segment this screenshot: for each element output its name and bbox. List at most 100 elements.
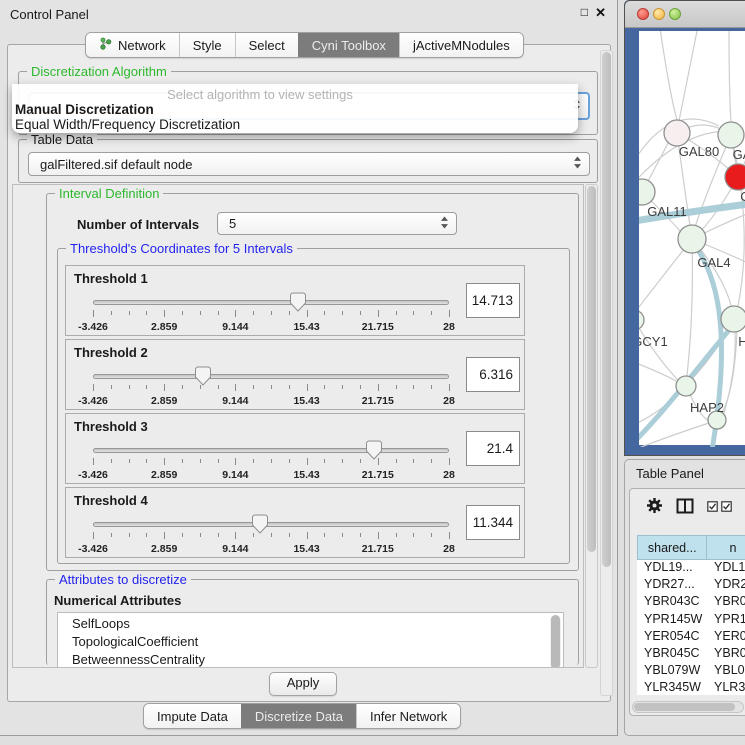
node-gcy1[interactable] <box>639 310 644 330</box>
tab-network[interactable]: Network <box>86 33 179 57</box>
panel-scrollbar[interactable] <box>600 50 613 696</box>
tab-label: Cyni Toolbox <box>312 38 386 53</box>
table-data-combobox[interactable]: galFiltered.sif default node <box>28 152 590 176</box>
threshold-slider[interactable]: -3.4262.8599.14415.4321.71528 <box>93 290 449 334</box>
control-panel-window: Control Panel □ ✕ Network Style Select C… <box>0 0 618 736</box>
group-title: Interval Definition <box>55 186 163 201</box>
node-clipped-top-right[interactable] <box>718 122 744 148</box>
node-gal4[interactable] <box>678 225 706 253</box>
column-header-shared-name[interactable]: shared... <box>637 535 706 560</box>
threshold-slider[interactable]: -3.4262.8599.14415.4321.71528 <box>93 512 449 556</box>
attribute-list-item[interactable]: SelfLoops <box>58 615 563 633</box>
attribute-list-item[interactable]: TopologicalCoefficient <box>58 633 563 651</box>
table-row[interactable]: YER054CYER0 <box>637 629 745 646</box>
node-gal11[interactable] <box>639 179 655 205</box>
tab-infer-network[interactable]: Infer Network <box>356 704 460 728</box>
gear-icon[interactable] <box>646 497 663 519</box>
table-panel-title: Table Panel <box>636 466 704 481</box>
threshold-panel: Threshold 3 -3.4262.8599.14415.4321.7152… <box>65 413 525 484</box>
table-header-row: shared... n <box>637 535 745 560</box>
slider-thumb[interactable] <box>290 292 306 317</box>
table-toolbar <box>630 495 732 521</box>
node-label-gal11: GAL11 <box>647 204 687 219</box>
tab-select[interactable]: Select <box>235 33 298 57</box>
combo-arrows-icon <box>440 215 449 232</box>
tab-jactivemnodules[interactable]: jActiveMNodules <box>399 33 523 57</box>
algorithm-dropdown-popup: Select algorithm to view settings Manual… <box>12 84 578 133</box>
tab-discretize-data[interactable]: Discretize Data <box>241 704 356 728</box>
float-window-icon[interactable]: □ <box>581 5 588 19</box>
node-red-selected[interactable] <box>725 164 745 190</box>
threshold-value-field[interactable]: 21.4 <box>466 431 520 466</box>
table-row[interactable]: YBL079WYBL0 <box>637 663 745 680</box>
slider-track[interactable] <box>93 522 449 527</box>
slider-track[interactable] <box>93 448 449 453</box>
group-title: Attributes to discretize <box>55 572 191 587</box>
threshold-panel: Threshold 4 -3.4262.8599.14415.4321.7152… <box>65 487 525 558</box>
cyni-toolbox-panel: Discretization Algorithm Select algorith… <box>7 44 611 702</box>
thresholds-group: Threshold's Coordinates for 5 Intervals … <box>57 248 570 564</box>
dropdown-option-equal-width[interactable]: Equal Width/Frequency Discretization <box>12 117 578 132</box>
node-hap2[interactable] <box>676 376 696 396</box>
attribute-list-item[interactable]: BetweennessCentrality <box>58 651 563 668</box>
node-table[interactable]: shared... n YDL19...YDL1YDR27...YDR2YBR0… <box>637 535 745 695</box>
network-window-titlebar[interactable] <box>625 1 745 28</box>
threshold-label: Threshold 3 <box>74 419 148 434</box>
apply-button[interactable]: Apply <box>269 672 337 696</box>
group-title: Table Data <box>27 132 97 147</box>
tab-label: Impute Data <box>157 709 228 724</box>
table-horizontal-scrollbar[interactable] <box>632 701 744 713</box>
threshold-value-field[interactable]: 14.713 <box>466 283 520 318</box>
network-canvas[interactable]: GAL80 GA C GAL11 GAL4 GCY1 H HAP2 <box>639 31 745 445</box>
node-h[interactable] <box>721 306 745 332</box>
threshold-value-field[interactable]: 11.344 <box>466 505 520 540</box>
threshold-slider[interactable]: -3.4262.8599.14415.4321.71528 <box>93 364 449 408</box>
checkbox-icon-2[interactable] <box>721 499 732 517</box>
slider-thumb[interactable] <box>195 366 211 391</box>
num-intervals-label: Number of Intervals <box>77 217 199 232</box>
network-icon <box>99 37 112 53</box>
node-gal80[interactable] <box>664 120 690 146</box>
split-columns-icon[interactable] <box>676 498 694 519</box>
slider-ticks <box>93 310 449 319</box>
table-panel-window: Table Panel shared... n YDL19...YDL1YDR2… <box>624 459 745 736</box>
table-row[interactable]: YLR345WYLR3 <box>637 680 745 695</box>
checkbox-icon-1[interactable] <box>707 499 718 517</box>
tab-style[interactable]: Style <box>179 33 235 57</box>
node-label-clipped-h: H <box>738 334 745 349</box>
tab-cyni-toolbox[interactable]: Cyni Toolbox <box>298 33 399 57</box>
close-window-icon[interactable]: ✕ <box>595 5 606 21</box>
table-row[interactable]: YDL19...YDL1 <box>637 560 745 577</box>
column-header-name[interactable]: n <box>706 535 745 560</box>
slider-thumb[interactable] <box>252 514 268 539</box>
table-row[interactable]: YPR145WYPR1 <box>637 612 745 629</box>
attributes-scrollbar[interactable] <box>550 615 561 668</box>
tab-impute-data[interactable]: Impute Data <box>144 704 241 728</box>
slider-track[interactable] <box>93 374 449 379</box>
table-row[interactable]: YBR045CYBR0 <box>637 646 745 663</box>
threshold-label: Threshold 1 <box>74 271 148 286</box>
table-body: YDL19...YDL1YDR27...YDR2YBR043CYBR0YPR14… <box>637 560 745 695</box>
minimize-button[interactable] <box>653 8 665 20</box>
network-graph: GAL80 GA C GAL11 GAL4 GCY1 H HAP2 <box>639 31 745 447</box>
slider-track[interactable] <box>93 300 449 305</box>
table-row[interactable]: YBR043CYBR0 <box>637 594 745 611</box>
node-label-gal4: GAL4 <box>697 255 730 270</box>
tab-label: Infer Network <box>370 709 447 724</box>
node-label-gcy1: GCY1 <box>639 334 668 349</box>
threshold-panel: Threshold 2 -3.4262.8599.14415.4321.7152… <box>65 339 525 410</box>
threshold-value-field[interactable]: 6.316 <box>466 357 520 392</box>
dropdown-option-manual[interactable]: Manual Discretization <box>12 102 578 117</box>
combo-value: 5 <box>229 213 236 234</box>
num-intervals-combobox[interactable]: 5 <box>217 212 457 235</box>
numerical-attributes-list[interactable]: SelfLoopsTopologicalCoefficientBetweenne… <box>57 612 564 668</box>
threshold-slider[interactable]: -3.4262.8599.14415.4321.71528 <box>93 438 449 482</box>
zoom-button[interactable] <box>669 8 681 20</box>
settings-scrollbar[interactable] <box>585 184 598 668</box>
interval-definition-group: Interval Definition Number of Intervals … <box>46 193 579 571</box>
close-button[interactable] <box>637 8 649 20</box>
slider-thumb[interactable] <box>366 440 382 465</box>
tab-label: Style <box>193 38 222 53</box>
table-row[interactable]: YDR27...YDR2 <box>637 577 745 594</box>
slider-ticks <box>93 458 449 467</box>
